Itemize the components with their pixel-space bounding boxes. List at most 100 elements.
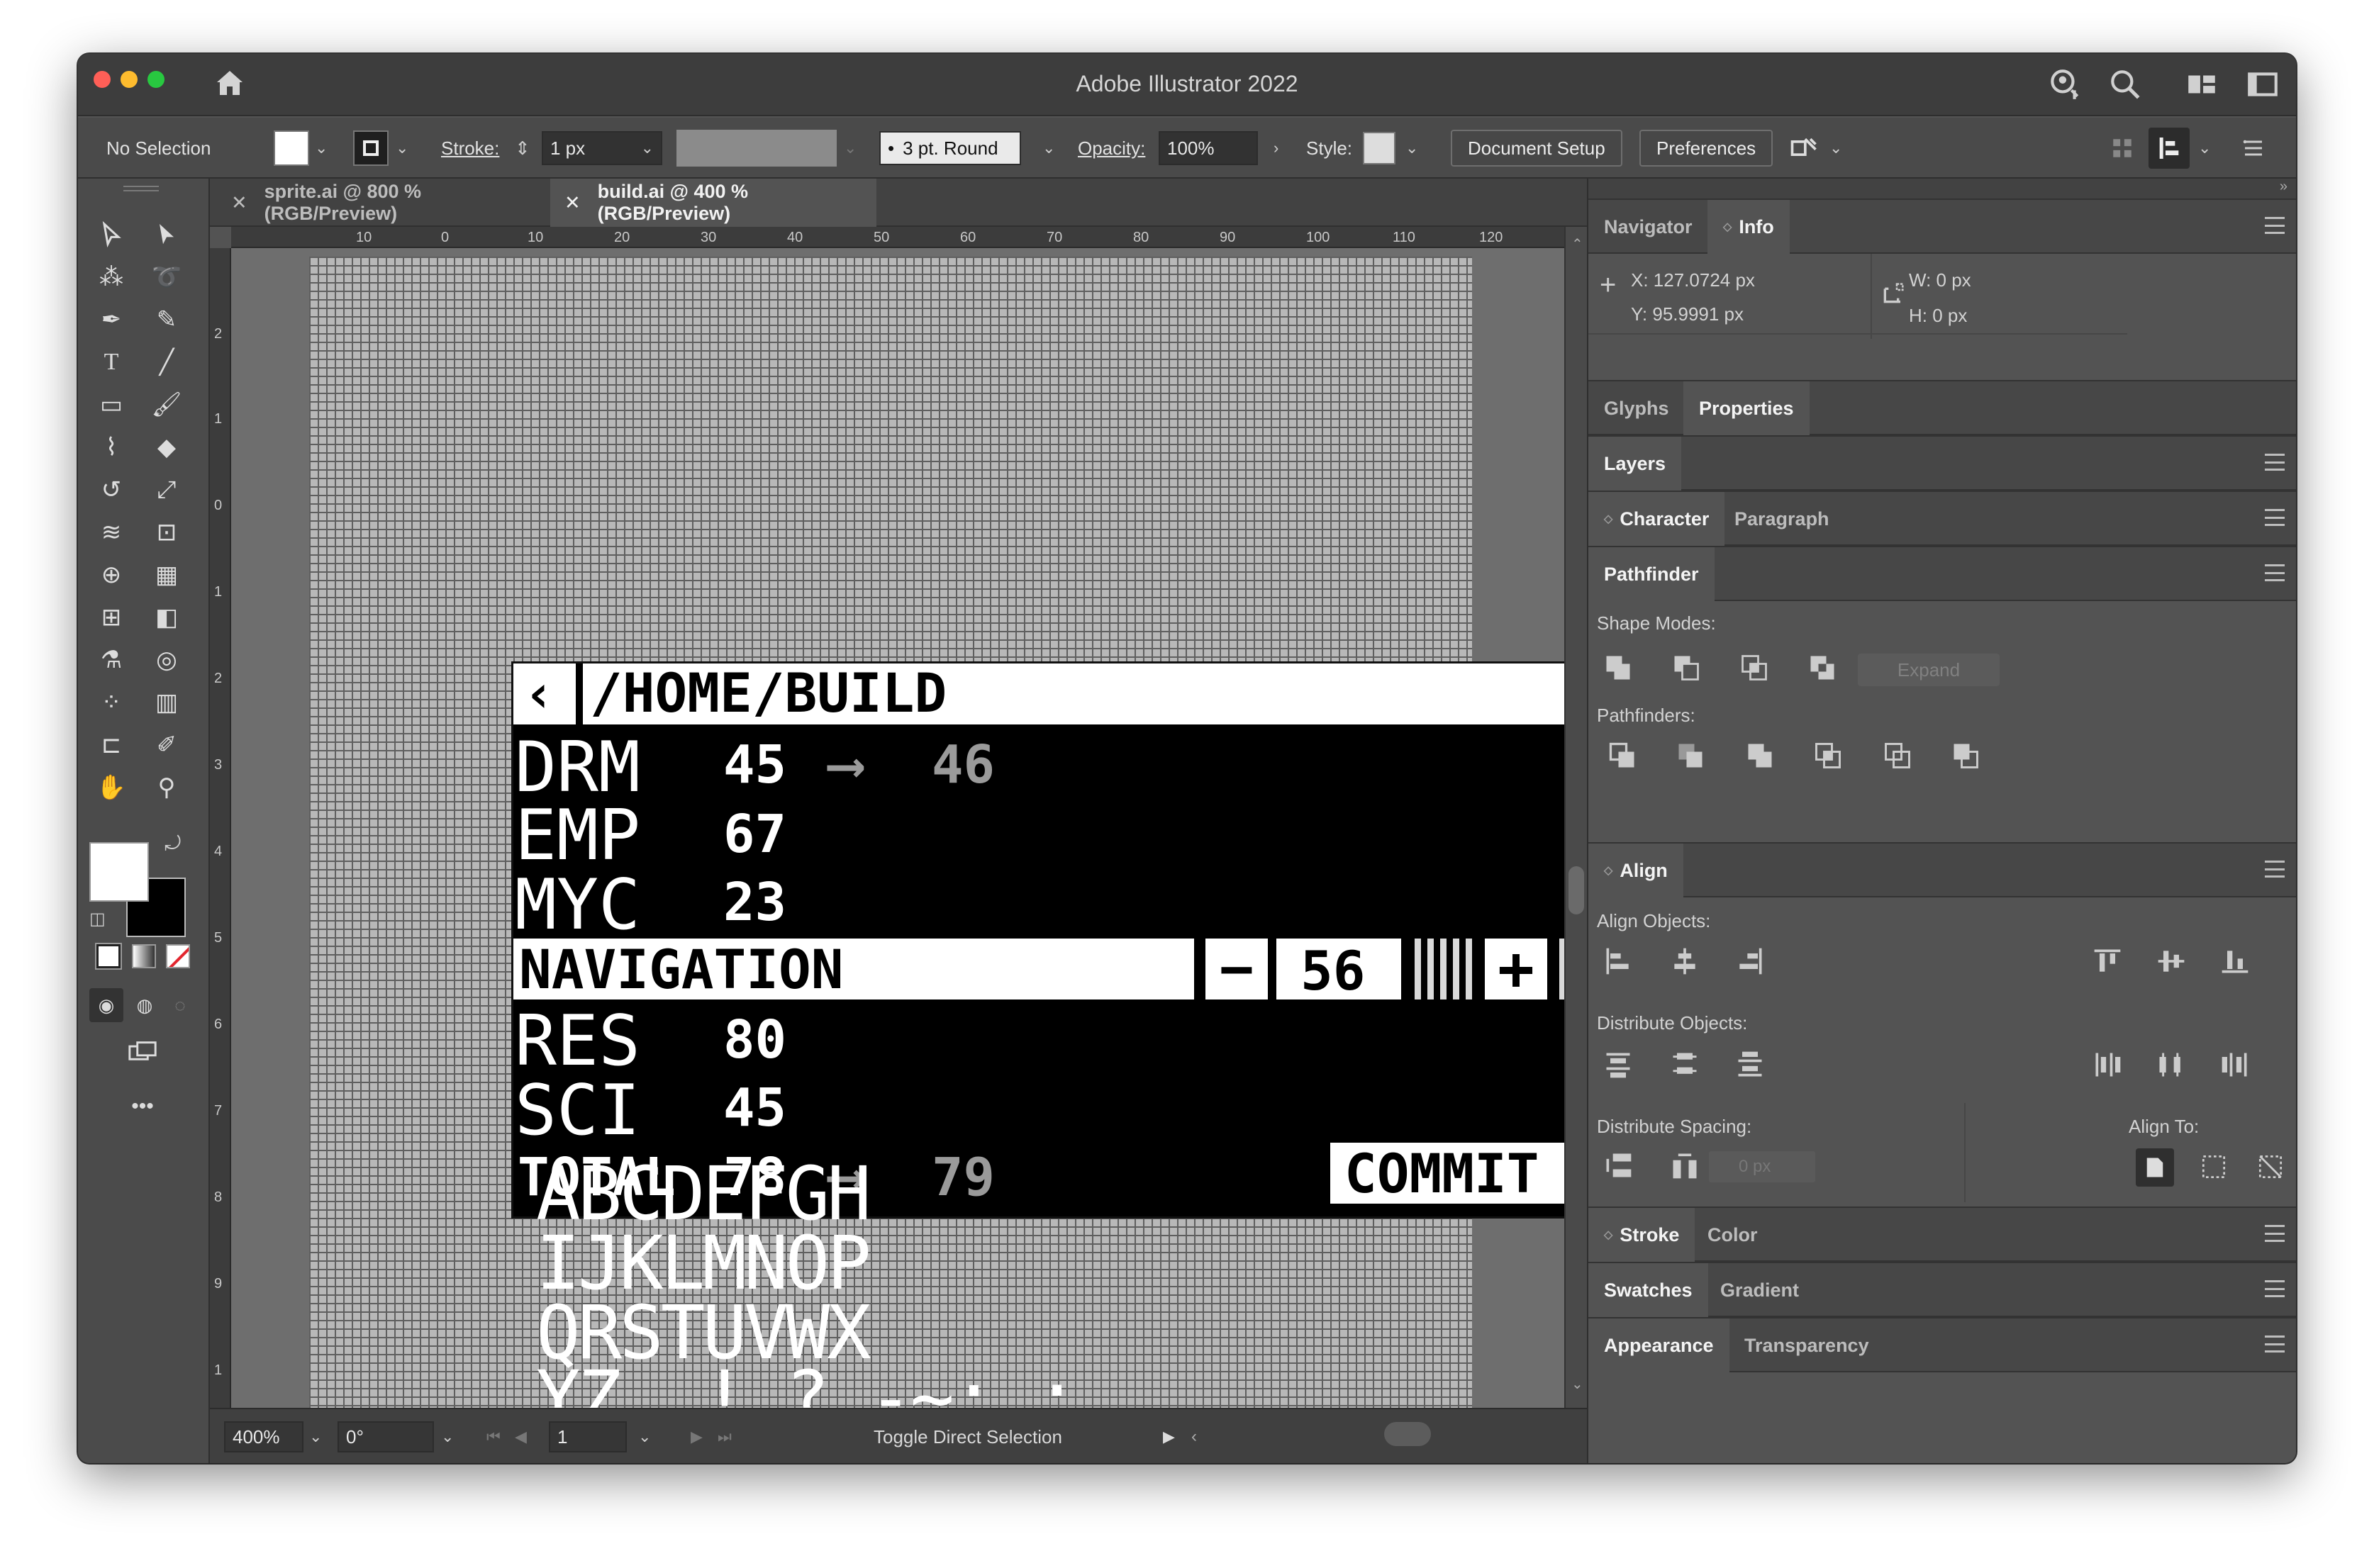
scroll-down-icon[interactable]: ⌄: [1571, 1375, 1583, 1393]
panel-menu-icon[interactable]: [2265, 1225, 2285, 1242]
blend-tool-icon[interactable]: ◎: [147, 641, 186, 679]
zoom-level-field[interactable]: 400%: [224, 1421, 303, 1452]
draw-inside-icon[interactable]: ◌: [163, 988, 197, 1022]
panel-menu-icon[interactable]: [2265, 1335, 2285, 1353]
stroke-label[interactable]: Stroke:: [441, 118, 499, 179]
increment-button[interactable]: +: [1485, 939, 1547, 999]
tab-swatches[interactable]: Swatches: [1588, 1263, 1708, 1317]
lasso-icon[interactable]: ➰: [147, 258, 186, 296]
horizontal-scroll-thumb[interactable]: [1384, 1422, 1431, 1446]
align-vertical-center-icon[interactable]: [2156, 946, 2187, 977]
magic-wand-icon[interactable]: ⁂: [92, 258, 130, 296]
tab-properties[interactable]: Properties: [1683, 381, 1810, 435]
width-tool-icon[interactable]: ≋: [92, 513, 130, 551]
align-panel-icon[interactable]: [2149, 128, 2190, 169]
decrement-button[interactable]: −: [1205, 939, 1268, 999]
minus-front-icon[interactable]: [1671, 652, 1702, 683]
align-left-icon[interactable]: [1603, 946, 1634, 977]
vertical-distribute-space-icon[interactable]: [1603, 1150, 1634, 1181]
collapse-panels-icon[interactable]: »: [2280, 179, 2287, 195]
screen-mode-icon[interactable]: [123, 1035, 162, 1073]
status-menu-icon[interactable]: ▶: [1163, 1409, 1175, 1463]
color-mode-icon[interactable]: [96, 944, 121, 968]
slice-tool-icon[interactable]: ✐: [147, 726, 186, 764]
first-artboard-icon[interactable]: ⏮: [486, 1409, 501, 1463]
panel-menu-icon[interactable]: [2265, 454, 2285, 471]
learn-icon[interactable]: [2046, 67, 2082, 106]
tab-paragraph[interactable]: Paragraph: [1719, 492, 1845, 546]
align-to-selection-button[interactable]: [2136, 1148, 2174, 1187]
align-bottom-icon[interactable]: [2219, 946, 2251, 977]
tab-transparency[interactable]: Transparency: [1729, 1318, 1885, 1372]
align-horizontal-center-icon[interactable]: [1669, 946, 1700, 977]
chevron-down-icon[interactable]: ⌄: [315, 118, 328, 179]
fill-swatch[interactable]: [274, 130, 309, 166]
distribute-bottom-icon[interactable]: [1734, 1049, 1766, 1080]
scroll-thumb[interactable]: [1568, 866, 1584, 914]
intersect-icon[interactable]: [1739, 652, 1770, 683]
canvas-vertical-scrollbar[interactable]: ⌃ ⌄: [1564, 227, 1587, 1408]
pen-tool-icon[interactable]: ✒: [92, 301, 130, 339]
scroll-left-icon[interactable]: ‹: [1191, 1409, 1197, 1463]
last-artboard-icon[interactable]: ⏭: [718, 1409, 732, 1463]
shape-builder-icon[interactable]: ⊕: [92, 556, 130, 594]
toolbar-grip[interactable]: [123, 186, 159, 191]
tab-info[interactable]: ◇ Info: [1707, 200, 1790, 254]
type-tool-icon[interactable]: T: [92, 343, 130, 381]
crop-icon[interactable]: [1812, 740, 1844, 771]
trim-icon[interactable]: [1675, 740, 1706, 771]
stroke-weight-field[interactable]: 1 px ⌄: [542, 131, 662, 165]
distribute-top-icon[interactable]: [1603, 1049, 1634, 1080]
opacity-label[interactable]: Opacity:: [1078, 118, 1145, 179]
gradient-tool-icon[interactable]: ◧: [147, 598, 186, 637]
align-to-artboard-icon[interactable]: [2255, 1151, 2286, 1182]
stroke-swatch[interactable]: [353, 130, 389, 166]
tab-gradient[interactable]: Gradient: [1705, 1263, 1815, 1317]
artboard-number-field[interactable]: 1: [549, 1421, 627, 1452]
distribute-horizontal-center-icon[interactable]: [2156, 1049, 2187, 1080]
line-segment-icon[interactable]: ╱: [147, 343, 186, 381]
divide-icon[interactable]: [1607, 740, 1638, 771]
expand-button[interactable]: Expand: [1858, 654, 2000, 686]
style-swatch[interactable]: [1363, 132, 1395, 164]
default-colors-icon[interactable]: ◫: [89, 909, 106, 929]
align-grid-icon[interactable]: [2110, 118, 2134, 179]
distribute-left-icon[interactable]: [2092, 1049, 2123, 1080]
unite-icon[interactable]: [1603, 652, 1634, 683]
artboard-tool-icon[interactable]: ⊏: [92, 726, 130, 764]
paintbrush-icon[interactable]: 🖌: [147, 386, 186, 424]
chevron-down-icon[interactable]: ⌄: [1829, 118, 1842, 179]
exclude-icon[interactable]: [1807, 652, 1838, 683]
brush-definition[interactable]: • 3 pt. Round: [879, 131, 1021, 165]
gradient-mode-icon[interactable]: [132, 944, 156, 968]
panel-menu-icon[interactable]: [2265, 564, 2285, 581]
curvature-tool-icon[interactable]: ✎: [147, 301, 186, 339]
column-graph-icon[interactable]: ▥: [147, 683, 186, 722]
tab-character[interactable]: ◇ Character: [1588, 492, 1725, 546]
chevron-down-icon[interactable]: ⌄: [2198, 118, 2211, 179]
canvas[interactable]: ‹ /HOME/BUILD DRM 45 ⟶ 46 EMP 67 MYC 23 …: [231, 248, 1564, 1408]
direct-selection-tool-icon[interactable]: [147, 215, 186, 254]
tab-stroke[interactable]: ◇ Stroke: [1588, 1208, 1695, 1262]
chevron-down-icon[interactable]: ⌄: [309, 1409, 322, 1463]
scale-tool-icon[interactable]: ⤢: [147, 471, 186, 509]
panel-menu-icon[interactable]: [2265, 509, 2285, 526]
chevron-down-icon[interactable]: ⌄: [1405, 118, 1418, 179]
tab-build[interactable]: ✕ build.ai @ 400 % (RGB/Preview): [550, 179, 876, 227]
distribute-vertical-center-icon[interactable]: [1669, 1049, 1700, 1080]
document-setup-button[interactable]: Document Setup: [1451, 130, 1622, 167]
tab-layers[interactable]: Layers: [1588, 437, 1682, 491]
quick-actions-icon[interactable]: [1788, 118, 1819, 179]
opacity-field[interactable]: 100%: [1159, 131, 1258, 165]
eraser-icon[interactable]: ◆: [147, 428, 186, 466]
chevron-down-icon[interactable]: ⌄: [1042, 118, 1055, 179]
chevron-down-icon[interactable]: ⌄: [396, 118, 408, 179]
tab-align[interactable]: ◇ Align: [1588, 844, 1683, 897]
variable-width-profile[interactable]: [676, 130, 837, 167]
tab-sprite[interactable]: ✕ sprite.ai @ 800 % (RGB/Preview): [217, 179, 550, 227]
none-mode-icon[interactable]: [166, 944, 190, 968]
chevron-down-icon[interactable]: ⌄: [638, 1409, 651, 1463]
zoom-tool-icon[interactable]: ⚲: [147, 768, 186, 807]
shaper-tool-icon[interactable]: ⌇: [92, 428, 130, 466]
workspace-switcher-icon[interactable]: [2184, 67, 2219, 106]
